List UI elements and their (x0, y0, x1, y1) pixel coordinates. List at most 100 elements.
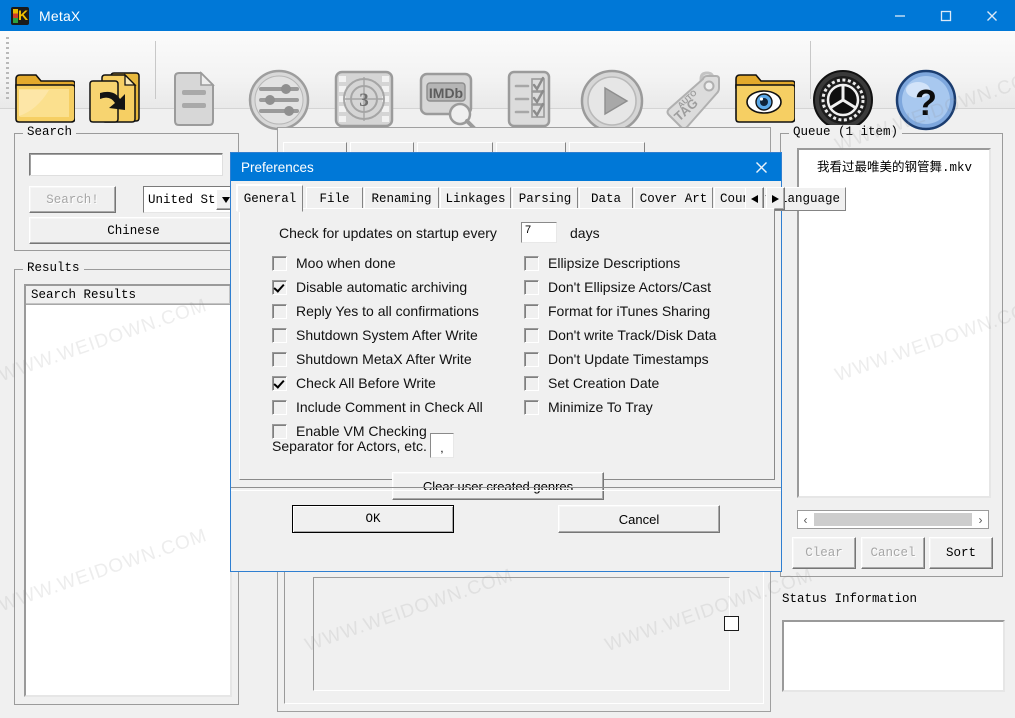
tab-general[interactable]: General (237, 185, 303, 212)
status-information-field[interactable] (782, 620, 1005, 692)
checkbox-box-icon[interactable] (524, 255, 539, 271)
svg-text:3: 3 (359, 90, 369, 111)
close-button[interactable] (969, 0, 1015, 31)
separator-input[interactable]: , (429, 433, 454, 458)
checkbox-dont-ellipsize-actors-cast[interactable]: Don't Ellipsize Actors/Cast (524, 279, 711, 295)
search-group: Search Search! United States Chinese (14, 125, 239, 251)
checkbox-box-icon[interactable] (524, 327, 539, 343)
update-check-label: Check for updates on startup every (279, 225, 497, 241)
toolbar-separator-2 (810, 41, 811, 99)
checkbox-shutdown-system-after-write[interactable]: Shutdown System After Write (272, 327, 478, 343)
checkbox-label: Set Creation Date (548, 375, 660, 391)
list-item[interactable]: 我看过最唯美的钢管舞.mkv (799, 150, 989, 175)
clear-user-created-genres-button[interactable]: Clear user created genres (392, 472, 604, 500)
language-button[interactable]: Chinese (29, 217, 238, 244)
scrollbar-thumb[interactable] (814, 513, 972, 526)
checkbox-dont-update-timestamps[interactable]: Don't Update Timestamps (524, 351, 709, 367)
imdb-magnifier-icon[interactable]: IMDb (418, 69, 484, 135)
queue-cancel-button[interactable]: Cancel (861, 537, 925, 569)
dialog-divider (231, 487, 781, 491)
auto-tag-icon[interactable]: AUTO TAG (663, 69, 729, 135)
search-button[interactable]: Search! (29, 186, 116, 213)
results-list[interactable]: Search Results (24, 284, 232, 697)
document-icon[interactable] (170, 69, 236, 135)
update-days-input[interactable]: 7 (521, 222, 557, 243)
svg-text:IMDb: IMDb (429, 85, 463, 101)
checkbox-label: Check All Before Write (296, 375, 436, 391)
checkbox-reply-yes-to-all-confirmations[interactable]: Reply Yes to all confirmations (272, 303, 479, 319)
checkbox-label: Disable automatic archiving (296, 279, 468, 295)
toolbar-separator-1 (155, 41, 156, 99)
queue-horizontal-scrollbar[interactable]: ‹ › (797, 510, 989, 529)
checkbox-label: Reply Yes to all confirmations (296, 303, 479, 319)
checkbox-include-comment-in-check-all[interactable]: Include Comment in Check All (272, 399, 483, 415)
queue-buttons: Clear Cancel Sort (792, 537, 993, 569)
checkbox-box-icon[interactable] (272, 255, 287, 271)
play-circle-icon[interactable] (580, 69, 646, 135)
search-group-label: Search (23, 125, 77, 139)
metax-application-window: MetaX (0, 0, 1015, 718)
minimize-button[interactable] (877, 0, 923, 31)
scroll-left-icon[interactable]: ‹ (798, 512, 813, 527)
checkbox-format-for-itunes-sharing[interactable]: Format for iTunes Sharing (524, 303, 710, 319)
checkbox-label: Shutdown MetaX After Write (296, 351, 472, 367)
checkbox-label: Don't Update Timestamps (548, 351, 709, 367)
results-column-header[interactable]: Search Results (26, 286, 230, 305)
ok-button[interactable]: OK (292, 505, 454, 533)
checkbox-minimize-to-tray[interactable]: Minimize To Tray (524, 399, 653, 415)
preferences-general-page: Check for updates on startup every 7 day… (239, 208, 775, 500)
checkbox-box-icon[interactable] (272, 279, 287, 295)
checkbox-check-all-before-write[interactable]: Check All Before Write (272, 375, 436, 391)
checkbox-box-icon[interactable] (524, 303, 539, 319)
checkbox-box-icon[interactable] (272, 399, 287, 415)
svg-text:?: ? (915, 82, 937, 123)
checkbox-shutdown-metax-after-write[interactable]: Shutdown MetaX After Write (272, 351, 472, 367)
preferences-tabstrip: General File Renaming Linkages Parsing D… (237, 185, 846, 212)
preferences-title: Preferences (241, 159, 314, 175)
main-toolbar: 3 IMDb AUTO TAG ? (0, 31, 1015, 133)
cancel-button[interactable]: Cancel (558, 505, 720, 533)
window-controls (877, 0, 1015, 31)
window-title: MetaX (39, 7, 81, 24)
country-select[interactable]: United States (143, 186, 238, 213)
separator-for-actors-row: Separator for Actors, etc. , (272, 433, 454, 458)
center-note-field[interactable] (313, 577, 730, 691)
search-input[interactable] (29, 153, 223, 176)
tab-scroll-prev-icon[interactable] (745, 187, 764, 210)
preferences-dialog: Preferences General File Renaming Linkag… (230, 152, 846, 572)
checkbox-box-icon[interactable] (524, 279, 539, 295)
queue-clear-button[interactable]: Clear (792, 537, 856, 569)
checkbox-box-icon[interactable] (524, 375, 539, 391)
toolbar-grip[interactable] (6, 37, 9, 101)
checkbox-box-icon[interactable] (272, 351, 287, 367)
checkbox-box-icon[interactable] (272, 375, 287, 391)
folder-files-arrow-icon[interactable] (88, 69, 154, 135)
checkbox-label: Minimize To Tray (548, 399, 653, 415)
sliders-icon[interactable] (248, 69, 314, 135)
checkbox-box-icon[interactable] (272, 303, 287, 319)
checkbox-set-creation-date[interactable]: Set Creation Date (524, 375, 659, 391)
checkbox-box-icon[interactable] (272, 327, 287, 343)
checklist-icon[interactable] (503, 69, 569, 135)
maximize-button[interactable] (923, 0, 969, 31)
checkbox-moo-when-done[interactable]: Moo when done (272, 255, 396, 271)
checkbox-box-icon[interactable] (524, 351, 539, 367)
film-reel-3-icon[interactable]: 3 (333, 69, 399, 135)
separator-label: Separator for Actors, etc. (272, 437, 427, 454)
queue-sort-button[interactable]: Sort (929, 537, 993, 569)
days-suffix-label: days (570, 225, 600, 241)
tab-scroll-next-icon[interactable] (766, 187, 785, 210)
checkbox-dont-write-track-disk-data[interactable]: Don't write Track/Disk Data (524, 327, 716, 343)
queue-group-label: Queue (1 item) (789, 125, 903, 139)
checkbox-box-icon[interactable] (524, 399, 539, 415)
preferences-close-icon[interactable] (741, 153, 781, 181)
checkbox-label: Don't Ellipsize Actors/Cast (548, 279, 711, 295)
scroll-right-icon[interactable]: › (973, 512, 988, 527)
preferences-titlebar: Preferences (231, 153, 781, 181)
question-circle-icon[interactable]: ? (895, 69, 961, 135)
checkbox-disable-automatic-archiving[interactable]: Disable automatic archiving (272, 279, 467, 295)
results-group: Results Search Results (14, 261, 239, 705)
center-checkbox[interactable] (724, 616, 739, 631)
window-titlebar: MetaX (0, 0, 1015, 31)
checkbox-ellipsize-descriptions[interactable]: Ellipsize Descriptions (524, 255, 680, 271)
